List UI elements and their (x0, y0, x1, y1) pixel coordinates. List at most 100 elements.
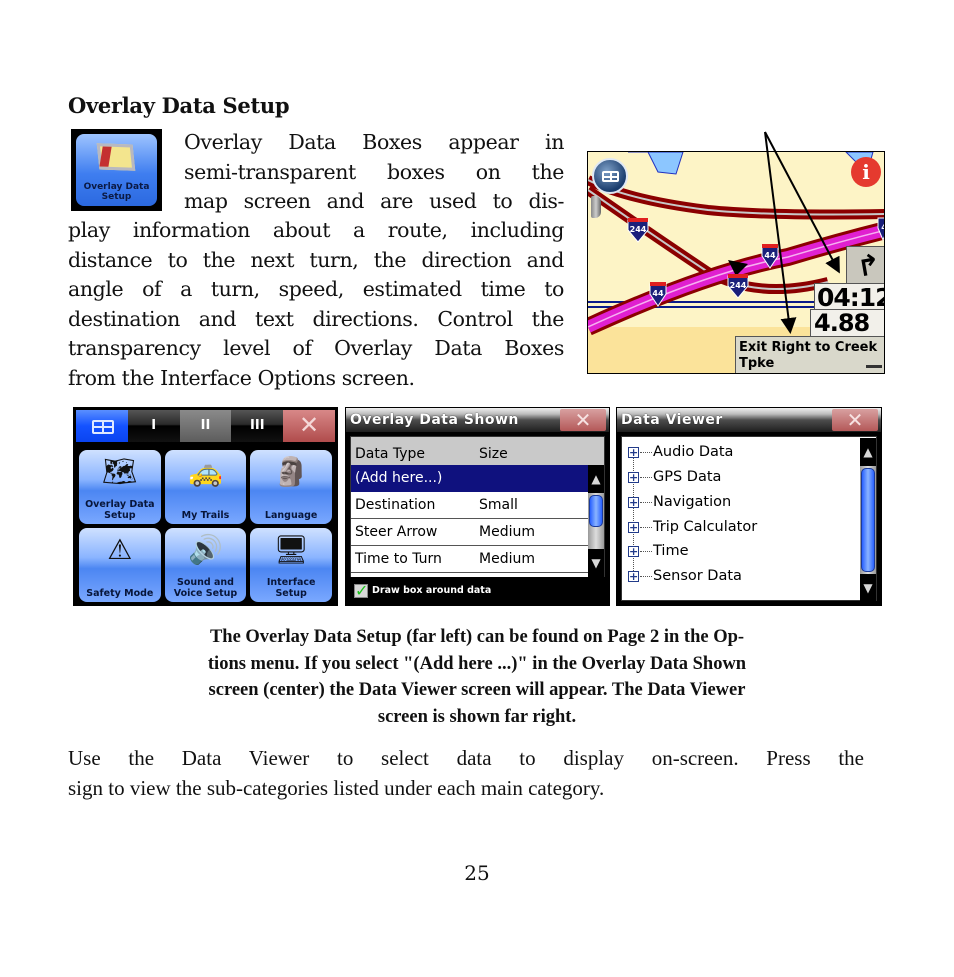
expand-plus-icon[interactable]: + (628, 545, 639, 557)
steer-arrow-box: ↱ (846, 246, 884, 284)
figure-caption: The Overlay Data Setup (far left) can be… (70, 624, 884, 730)
text-line: play information about a route, includin… (68, 218, 564, 242)
caption-line: The Overlay Data Setup (far left) can be… (209, 627, 745, 647)
list-row-add-here[interactable]: (Add here...) (351, 465, 588, 492)
tree-node-navigation[interactable]: + Navigation (628, 490, 731, 514)
scrollbar[interactable]: ▲ ▼ (860, 438, 876, 602)
closing-paragraph: Use the Data Viewer to select data to di… (68, 743, 864, 803)
direction-line: Exit Right to Creek (739, 340, 878, 355)
text-line: from the Interface Options screen. (68, 365, 415, 390)
grid-menu-icon (602, 171, 619, 182)
draw-box-checkbox-row[interactable]: ✓ Draw box around data (346, 577, 609, 605)
tree-node-gps-data[interactable]: + GPS Data (628, 465, 721, 489)
safety-mode-button[interactable]: ⚠ Safety Mode (79, 528, 161, 602)
language-button[interactable]: 🗿 Language (250, 450, 332, 524)
text-line: distance to the next turn, the direction… (68, 247, 564, 272)
list-header: Data Type Size (351, 437, 604, 465)
text-line: angle of a turn, speed, estimated time t… (68, 277, 564, 301)
caption-line: screen is shown far right. (377, 706, 577, 727)
checkbox-label: Draw box around data (372, 585, 492, 596)
overlay-data-setup-tile: Overlay Data Setup (76, 134, 157, 206)
expand-plus-icon[interactable]: + (628, 570, 639, 582)
tile-label: My Trails (181, 510, 230, 521)
expand-plus-icon[interactable]: + (628, 496, 639, 508)
scroll-up-arrow-icon[interactable]: ▲ (588, 465, 604, 493)
tab-page-1[interactable]: I (127, 410, 180, 442)
icon-label: Overlay Data Setup (83, 182, 150, 202)
row-data-type: Steer Arrow (355, 524, 438, 540)
row-data-type: (Add here...) (355, 470, 443, 486)
list-row[interactable]: Time to Turn Medium (351, 546, 588, 573)
text-line: Overlay Data Boxes appear in (184, 130, 564, 154)
overlay-data-setup-button[interactable]: 🗺 Overlay Data Setup (79, 450, 161, 524)
text-line: sign to view the sub-categories listed u… (68, 776, 605, 800)
gps-device-icon (96, 143, 136, 171)
tree-node-audio-data[interactable]: + Audio Data (628, 440, 733, 464)
minimize-dash-icon[interactable] (866, 365, 882, 368)
tab-page-3[interactable]: III (231, 410, 284, 442)
expand-plus-icon[interactable]: + (628, 471, 639, 483)
close-button[interactable]: ✕ (283, 410, 335, 442)
tile-label: Overlay Data Setup (85, 499, 155, 521)
row-data-type: Destination (355, 497, 436, 513)
intro-paragraph-top: Overlay Data Boxes appear in semi-transp… (184, 128, 564, 217)
map-menu-button[interactable] (592, 158, 628, 194)
scrollbar[interactable]: ▲ ▼ (588, 465, 604, 577)
tree-dots (640, 526, 652, 528)
options-menu-screen: I II III ✕ 🗺 Overlay Data Setup 🚕 My Trail… (73, 407, 338, 606)
car-trail-icon: 🚕 (188, 455, 223, 488)
svg-text:44: 44 (652, 289, 664, 298)
expand-plus-icon[interactable]: + (628, 446, 639, 458)
turn-right-arrow-icon: ↱ (854, 247, 884, 284)
close-button[interactable]: ✕ (560, 409, 606, 431)
text-line: transparency level of Overlay Data Boxes (68, 336, 564, 360)
scroll-down-arrow-icon[interactable]: ▼ (588, 549, 604, 577)
tree-node-sensor-data[interactable]: + Sensor Data (628, 564, 742, 588)
tab-home[interactable] (76, 410, 128, 442)
section-title: Overlay Data Setup (68, 93, 290, 118)
list-row[interactable]: Steer Arrow Medium (351, 519, 588, 546)
tab-page-2[interactable]: II (179, 410, 232, 442)
svg-text:244: 244 (630, 225, 647, 234)
text-directions-box: Exit Right to Creek Tpke (735, 336, 884, 373)
node-label: GPS Data (653, 469, 722, 485)
speaker-icon[interactable] (591, 196, 601, 218)
time-to-turn-value: 04:12 (817, 283, 885, 312)
scroll-thumb[interactable] (861, 468, 875, 572)
svg-text:44: 44 (764, 251, 776, 260)
tile-label: Language (264, 510, 318, 521)
overlay-data-list: Data Type Size (Add here...) Destination… (350, 436, 605, 578)
scroll-thumb[interactable] (589, 495, 603, 527)
interface-setup-button[interactable]: 🖥 Interface Setup (250, 528, 332, 602)
info-button[interactable]: i (851, 157, 881, 187)
speaker-icon: 🔊 (188, 533, 223, 566)
options-grid: 🗺 Overlay Data Setup 🚕 My Trails 🗿 Language… (79, 450, 332, 602)
tree-dots (640, 575, 652, 577)
intro-paragraph-bottom: play information about a route, includin… (68, 216, 564, 393)
node-label: Navigation (653, 494, 732, 510)
tree-node-trip-calculator[interactable]: + Trip Calculator (628, 515, 757, 539)
tree-dots (640, 451, 652, 453)
node-label: Audio Data (653, 444, 734, 460)
caption-line: screen (center) the Data Viewer screen w… (208, 680, 746, 700)
highway-shield: 244 (727, 274, 749, 299)
rosetta-stone-icon: 🗿 (273, 455, 309, 488)
tree-dots (640, 550, 652, 552)
data-category-tree: + Audio Data + GPS Data + Navigation + Trip … (621, 436, 877, 602)
close-button[interactable]: ✕ (832, 409, 878, 431)
node-label: Trip Calculator (653, 519, 758, 535)
distance-value: 4.88 (814, 309, 870, 337)
tree-dots (640, 501, 652, 503)
tree-node-time[interactable]: + Time (628, 539, 689, 563)
scroll-down-arrow-icon[interactable]: ▼ (860, 574, 876, 602)
expand-plus-icon[interactable]: + (628, 521, 639, 533)
sound-voice-setup-button[interactable]: 🔊 Sound and Voice Setup (164, 528, 247, 602)
overlay-data-shown-screen: Overlay Data Shown ✕ Data Type Size (Add… (345, 407, 610, 606)
scroll-up-arrow-icon[interactable]: ▲ (860, 438, 876, 466)
list-row[interactable]: Destination Small (351, 492, 588, 519)
tile-label: Interface Setup (266, 577, 316, 599)
text-line: Use the Data Viewer to select data to di… (68, 746, 864, 770)
row-size: Small (479, 497, 518, 513)
checkbox-checked-icon[interactable]: ✓ (354, 583, 368, 599)
my-trails-button[interactable]: 🚕 My Trails (164, 450, 247, 524)
